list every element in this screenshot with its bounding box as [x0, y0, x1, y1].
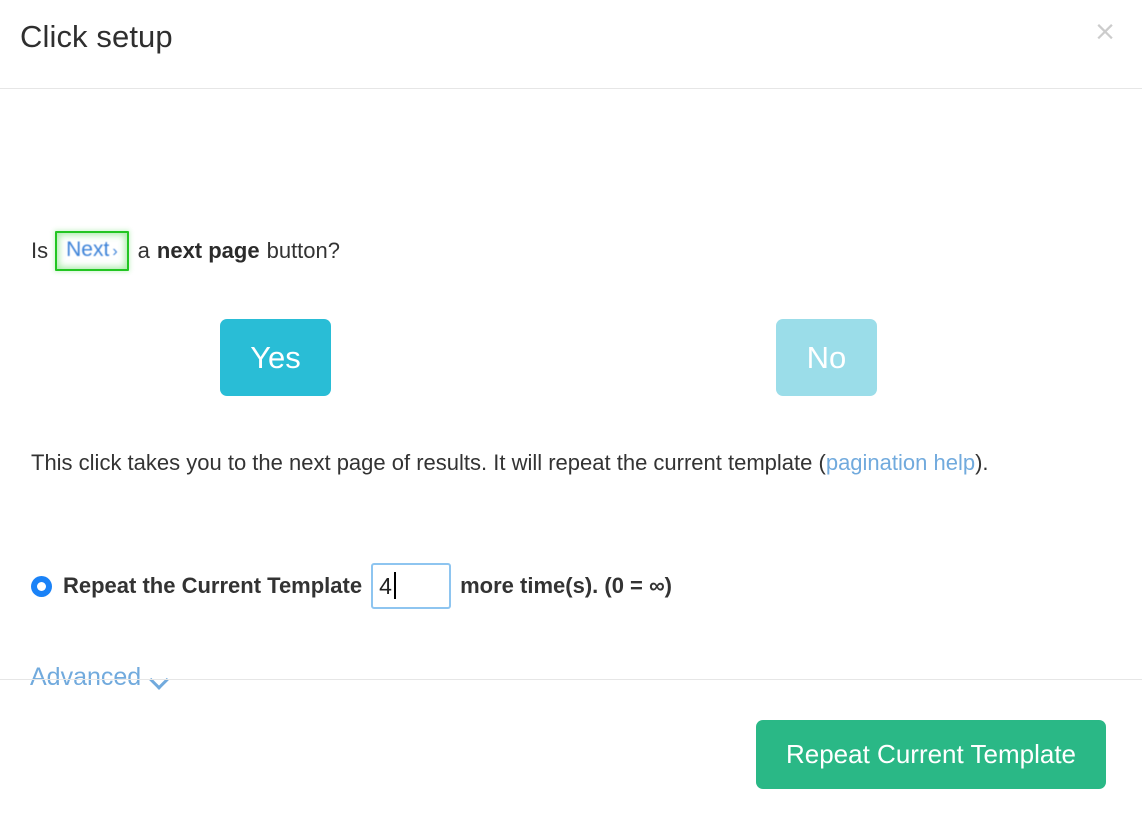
question-prefix: Is	[31, 238, 49, 263]
target-element-label: Next	[66, 238, 110, 261]
highlighted-target-element[interactable]: Next ›	[55, 231, 129, 271]
repeat-template-row: Repeat the Current Template more time(s)…	[31, 563, 672, 609]
question-bold-term: next page	[156, 238, 260, 263]
modal-header: Click setup ×	[0, 0, 1142, 89]
page-title: Click setup	[20, 19, 173, 54]
repeat-count-suffix: more time(s). (0 = ∞)	[460, 573, 673, 598]
description-part-2: ).	[975, 450, 989, 475]
close-icon[interactable]: ×	[1089, 16, 1121, 48]
repeat-count-wrapper	[371, 563, 452, 609]
text-cursor	[394, 572, 397, 599]
yes-button[interactable]: Yes	[220, 319, 331, 396]
target-element-caret-icon: ›	[112, 243, 118, 260]
question-article: a	[137, 238, 150, 263]
modal-body: Is Next › a next page button? Yes No This…	[0, 89, 1142, 691]
modal-footer: Repeat Current Template	[0, 679, 1142, 818]
question-suffix: button?	[266, 238, 340, 263]
description-part-1: This click takes you to the next page of…	[31, 450, 826, 475]
repeat-template-label[interactable]: Repeat the Current Template	[63, 573, 362, 599]
description-text: This click takes you to the next page of…	[31, 443, 1066, 483]
click-setup-modal: Click setup × Is Next › a next page butto…	[0, 0, 1142, 818]
pagination-help-link[interactable]: pagination help	[826, 450, 975, 475]
question-row: Is Next › a next page button?	[31, 231, 340, 271]
no-button[interactable]: No	[776, 319, 877, 396]
repeat-count-input[interactable]	[371, 563, 452, 609]
repeat-current-template-button[interactable]: Repeat Current Template	[755, 720, 1106, 789]
repeat-template-radio[interactable]	[31, 575, 52, 597]
